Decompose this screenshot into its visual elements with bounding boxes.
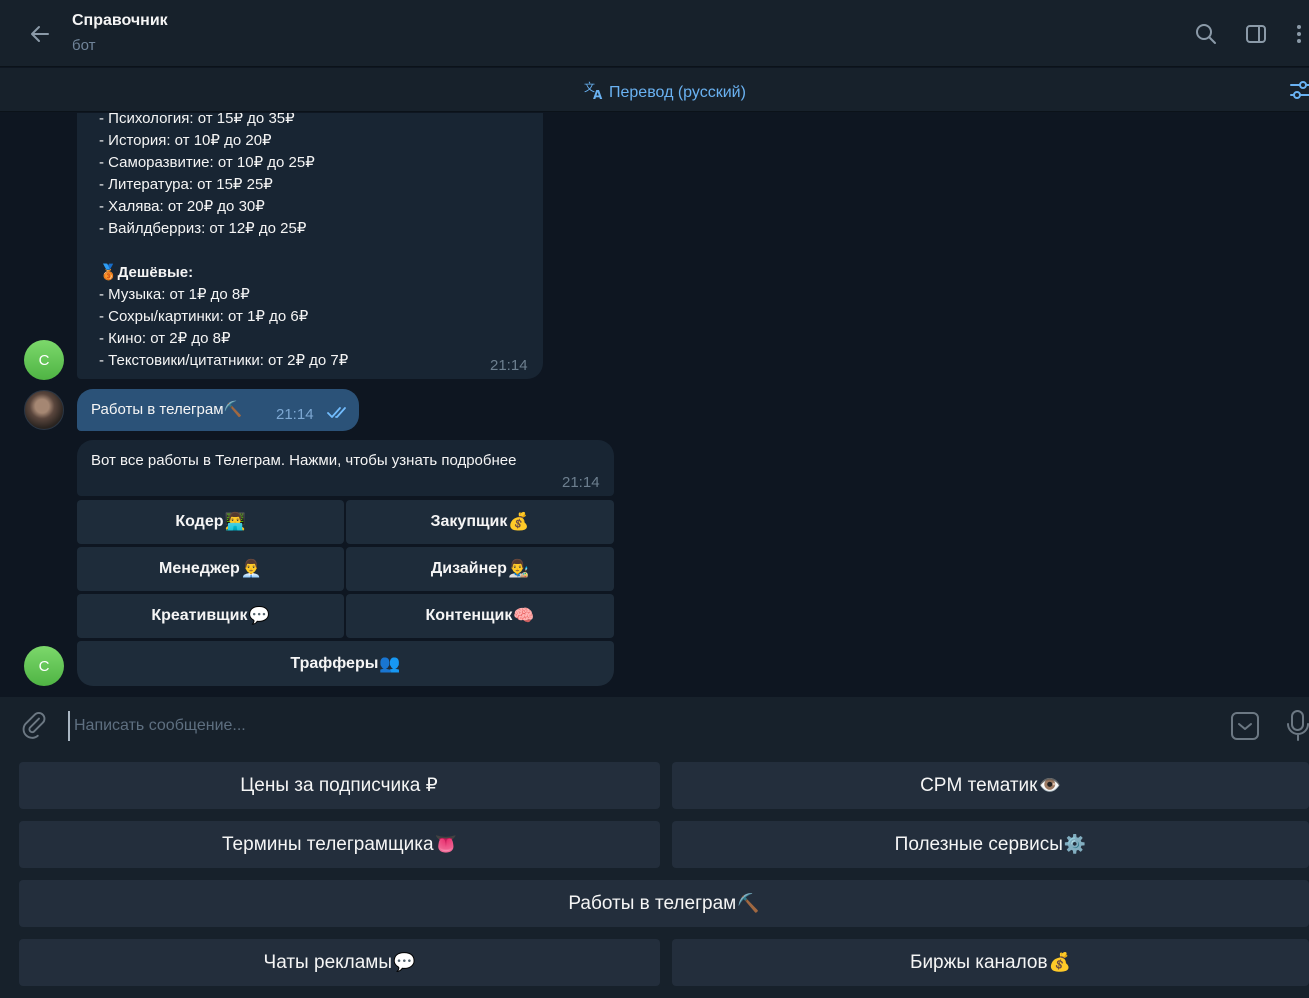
button-emoji: 👨‍💻 [224,512,246,531]
message-line: - Саморазвитие: от 10₽ до 25₽ [99,154,315,171]
message-line: - Текстовики/цитатники: от 2₽ до 7₽ [99,352,349,369]
button-label: Креативщик [151,607,248,624]
button-label: Цены за подписчика ₽ [240,775,438,796]
inline-button-manager[interactable]: Менеджер 👨‍💼 [77,547,344,591]
reply-button-telegram-jobs[interactable]: Работы в телеграм ⛏️ [19,880,1309,927]
message-time: 21:14 [562,474,600,491]
sidebar-panel-icon[interactable] [1242,20,1270,48]
double-check-read-icon [327,406,349,425]
button-label: Контенщик [425,607,513,624]
outgoing-message-bubble[interactable]: Работы в телеграм⛏️ 21:14 [77,389,359,431]
inline-button-traffickers[interactable]: Трафферы 👥 [77,641,614,686]
translate-bar: 文A Перевод (русский) [0,68,1309,112]
reply-button-subscriber-prices[interactable]: Цены за подписчика ₽ [19,762,660,809]
bot-avatar[interactable]: С [24,340,64,380]
button-label: Полезные сервисы [894,833,1063,855]
button-emoji: 💬 [248,606,270,625]
message-text: Вот все работы в Телеграм. Нажми, чтобы … [91,452,517,469]
button-label: Биржы каналов [909,951,1048,973]
incoming-message-bubble[interactable]: - Психология: от 15₽ до 35₽ - История: о… [77,113,543,379]
inline-button-designer[interactable]: Дизайнер 👨‍🎨 [346,547,614,591]
message-line: - Халява: от 20₽ до 30₽ [99,198,265,215]
more-vertical-icon[interactable] [1287,20,1309,48]
button-label: Трафферы [290,654,379,672]
message-line: - Вайлдберриз: от 12₽ до 25₽ [99,220,307,237]
chat-subtitle: бот [72,37,96,54]
button-emoji: 💰 [508,512,530,531]
button-emoji: ⛏️ [737,893,760,913]
translate-icon: 文A [583,79,605,106]
message-line: - Кино: от 2₽ до 8₽ [99,330,231,347]
message-input[interactable] [68,711,1208,741]
reply-button-telegram-terms[interactable]: Термины телеграмщика 👅 [19,821,660,868]
button-emoji: 👨‍💼 [240,559,262,578]
bot-avatar[interactable]: С [24,646,64,686]
chat-messages-area[interactable]: - Психология: от 15₽ до 35₽ - История: о… [0,113,1309,696]
reply-button-cpm-topics[interactable]: CPM тематик 👁️ [672,762,1309,809]
message-line: - Психология: от 15₽ до 35₽ [99,113,295,127]
chat-title[interactable]: Справочник [72,12,168,30]
reply-button-channel-exchanges[interactable]: Биржы каналов 💰 [672,939,1309,986]
chat-header: Справочник бот [0,0,1309,67]
reply-button-useful-services[interactable]: Полезные сервисы ⚙️ [672,821,1309,868]
back-arrow-icon[interactable] [20,16,60,52]
button-label: CPM тематик [920,774,1038,796]
message-line: - Литература: от 15₽ 25₽ [99,176,273,193]
button-label: Дизайнер [430,560,507,577]
microphone-icon[interactable] [1287,709,1309,748]
button-emoji: ⚙️ [1063,834,1087,854]
message-time: 21:14 [276,406,314,423]
button-emoji: 👥 [379,653,401,673]
message-text: Работы в телеграм⛏️ [91,401,243,418]
button-label: Закупщик [430,513,508,530]
inline-button-creative[interactable]: Креативщик 💬 [77,594,344,638]
translate-label: Перевод (русский) [609,83,746,101]
incoming-message-bubble[interactable]: Вот все работы в Телеграм. Нажми, чтобы … [77,440,614,496]
button-label: Кодер [175,513,224,530]
message-section-heading: 🥉Дешёвые: [99,264,194,281]
button-emoji: 💰 [1048,952,1072,972]
button-emoji: 🧠 [513,606,535,625]
button-emoji: 👨‍🎨 [507,559,530,578]
bot-keyboard-toggle-icon[interactable] [1230,711,1260,746]
button-emoji: 💬 [393,952,416,972]
message-line: - История: от 10₽ до 20₽ [99,132,272,149]
search-icon[interactable] [1192,20,1220,48]
button-label: Термины телеграмщика [222,833,434,855]
button-label: Чаты рекламы [263,951,393,973]
inline-button-content-maker[interactable]: Контенщик 🧠 [346,594,614,638]
paperclip-attach-icon[interactable] [22,711,50,746]
button-label: Работы в телеграм [568,892,737,914]
composer-panel: Цены за подписчика ₽ CPM тематик👁️ Терми… [0,697,1309,998]
reply-button-ad-chats[interactable]: Чаты рекламы 💬 [19,939,660,986]
message-time: 21:14 [490,357,528,374]
translate-settings-icon[interactable] [1288,78,1309,102]
button-emoji: 👅 [434,834,457,854]
message-line: - Музыка: от 1₽ до 8₽ [99,286,250,303]
translate-button[interactable]: 文A Перевод (русский) [583,79,746,106]
inline-button-buyer[interactable]: Закупщик 💰 [346,500,614,544]
message-line: - Сохры/картинки: от 1₽ до 6₽ [99,308,309,325]
svg-text:A: A [593,88,603,101]
inline-button-coder[interactable]: Кодер 👨‍💻 [77,500,344,544]
user-avatar[interactable] [24,390,64,430]
button-emoji: 👁️ [1038,775,1061,795]
button-label: Менеджер [159,560,240,577]
